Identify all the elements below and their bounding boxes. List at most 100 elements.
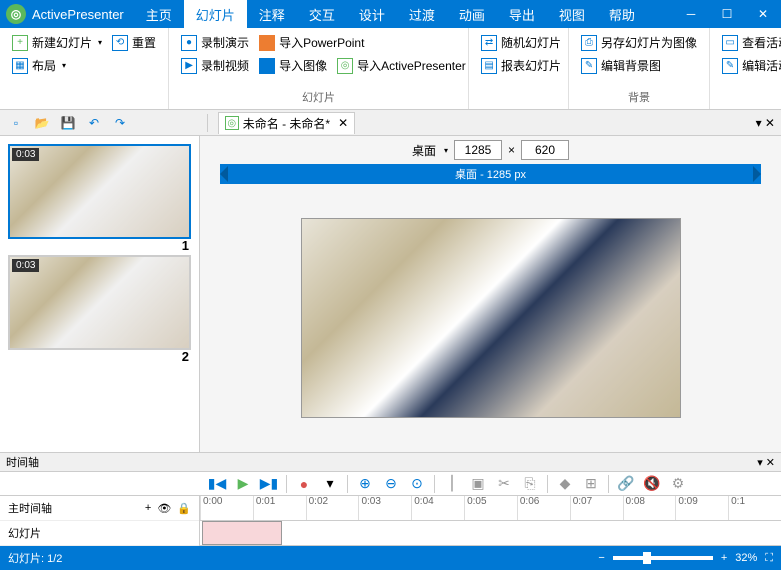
marker-button[interactable]: ◆ [556,475,574,493]
snap-button[interactable]: ⊞ [582,475,600,493]
minimize-button[interactable]: ─ [673,0,709,28]
app-title: ActivePresenter [32,7,134,22]
cut-button[interactable]: ✂ [495,475,513,493]
tab-animation[interactable]: 动画 [447,0,497,28]
import-ppt-button[interactable]: 导入PowerPoint [255,32,368,53]
maximize-button[interactable]: ☐ [709,0,745,28]
zoom-in-status[interactable]: + [721,552,727,564]
slide-preview[interactable] [301,218,681,418]
zoom-value[interactable]: 32% [735,552,757,564]
layout-icon: ▦ [12,58,28,74]
timeline-header: 时间轴 ▾ ✕ [0,452,781,472]
view-window-button[interactable]: ▭查看活动窗口 [718,32,781,53]
settings-button[interactable]: ⚙ [669,475,687,493]
insert-button[interactable]: ⎘ [521,475,539,493]
add-track-icon[interactable]: + [145,502,151,515]
height-input[interactable] [521,140,569,160]
lock-icon[interactable]: 🔒 [177,502,191,515]
tab-slide[interactable]: 幻灯片 [184,0,247,28]
group-label-slide: 幻灯片 [177,89,460,105]
timeline-area: 主时间轴 +👁🔒 幻灯片 0:00 0:01 0:02 0:03 0:04 0:… [0,496,781,546]
prev-frame-button[interactable]: ▮◀ [208,475,226,493]
record-icon: ● [181,35,197,51]
app-logo-icon: ◎ [6,4,26,24]
tab-interaction[interactable]: 交互 [297,0,347,28]
timeline-tracks[interactable]: 0:00 0:01 0:02 0:03 0:04 0:05 0:06 0:07 … [200,496,781,545]
edit-icon: ✎ [581,58,597,74]
timeline-ruler[interactable]: 0:00 0:01 0:02 0:03 0:04 0:05 0:06 0:07 … [200,496,781,521]
zoom-slider[interactable] [613,556,713,560]
ruler-text: 桌面 - 1285 px [455,166,526,182]
layout-button[interactable]: ▦布局▾ [8,55,70,76]
tab-home[interactable]: 主页 [134,0,184,28]
edit-window-button[interactable]: ✎编辑活动窗口 [718,55,781,76]
main-track-label[interactable]: 主时间轴 +👁🔒 [0,496,199,521]
random-icon: ⇄ [481,35,497,51]
report-slide-button[interactable]: ▤报表幻灯片 [477,55,565,76]
save-button[interactable]: 💾 [58,113,78,133]
record-demo-button[interactable]: ●录制演示 [177,32,253,53]
canvas-content[interactable] [200,184,781,452]
slide-duration: 0:03 [12,259,39,272]
link-button[interactable]: 🔗 [617,475,635,493]
chevron-down-icon[interactable]: ▾ [444,146,448,155]
menu-tabs: 主页 幻灯片 注释 交互 设计 过渡 动画 导出 视图 帮助 [134,0,647,28]
pin-icon[interactable]: ▾ ✕ [756,116,775,130]
new-doc-button[interactable]: ▫ [6,113,26,133]
zoom-out-status[interactable]: − [598,552,604,564]
desktop-label: 桌面 [412,142,436,159]
preview-image [302,219,680,417]
split-button[interactable]: ⎮ [443,475,461,493]
width-input[interactable] [454,140,502,160]
save-image-icon: ⎙ [581,35,597,51]
save-as-image-button[interactable]: ⎙另存幻灯片为图像 [577,32,701,53]
document-tab[interactable]: ◎ 未命名 - 未命名* ✕ [218,112,355,134]
timeline-menu-icon[interactable]: ▾ ✕ [757,456,775,469]
tab-help[interactable]: 帮助 [597,0,647,28]
redo-button[interactable]: ↷ [110,113,130,133]
play-button[interactable]: ▶ [234,475,252,493]
tab-design[interactable]: 设计 [347,0,397,28]
ppt-icon [259,35,275,51]
tab-annotation[interactable]: 注释 [247,0,297,28]
record-menu[interactable]: ▾ [321,475,339,493]
open-button[interactable]: 📂 [32,113,52,133]
tab-export[interactable]: 导出 [497,0,547,28]
record-video-button[interactable]: ▶录制视频 [177,55,253,76]
ap-icon: ◎ [337,58,353,74]
zoom-fit-button[interactable]: ⊙ [408,475,426,493]
mute-button[interactable]: 🔇 [643,475,661,493]
ruler-bar[interactable]: 桌面 - 1285 px [220,164,761,184]
next-frame-button[interactable]: ▶▮ [260,475,278,493]
tab-transition[interactable]: 过渡 [397,0,447,28]
main-area: 0:03 1 0:03 2 桌面 ▾ × 桌面 - 1285 px [0,136,781,452]
crop-button[interactable]: ▣ [469,475,487,493]
fit-button[interactable]: ⛶ [765,552,773,565]
tab-view[interactable]: 视图 [547,0,597,28]
doc-icon: ◎ [225,116,239,130]
new-slide-button[interactable]: +新建幻灯片▾ [8,32,106,53]
document-title: 未命名 - 未命名* [243,115,330,132]
canvas-area: 桌面 ▾ × 桌面 - 1285 px [200,136,781,452]
zoom-in-button[interactable]: ⊕ [356,475,374,493]
eye-icon[interactable]: 👁 [157,502,171,515]
zoom-out-button[interactable]: ⊖ [382,475,400,493]
slide-thumb-1[interactable]: 0:03 1 [8,144,191,239]
timeline-title: 时间轴 [6,454,39,470]
record-button[interactable]: ● [295,475,313,493]
slide-panel: 0:03 1 0:03 2 [0,136,200,452]
zoom-thumb[interactable] [643,552,651,564]
close-button[interactable]: ✕ [745,0,781,28]
import-ap-button[interactable]: ◎导入ActivePresenter [333,55,470,76]
edit-bg-button[interactable]: ✎编辑背景图 [577,55,665,76]
slide-thumb-2[interactable]: 0:03 2 [8,255,191,350]
undo-button[interactable]: ↶ [84,113,104,133]
slide-track-label[interactable]: 幻灯片 [0,521,199,546]
close-tab-icon[interactable]: ✕ [338,116,348,130]
image-icon [259,58,275,74]
import-image-button[interactable]: 导入图像 [255,55,331,76]
report-icon: ▤ [481,58,497,74]
reset-button[interactable]: ⟲重置 [108,32,160,53]
timeline-clip[interactable] [202,521,282,545]
random-slide-button[interactable]: ⇄随机幻灯片 [477,32,565,53]
